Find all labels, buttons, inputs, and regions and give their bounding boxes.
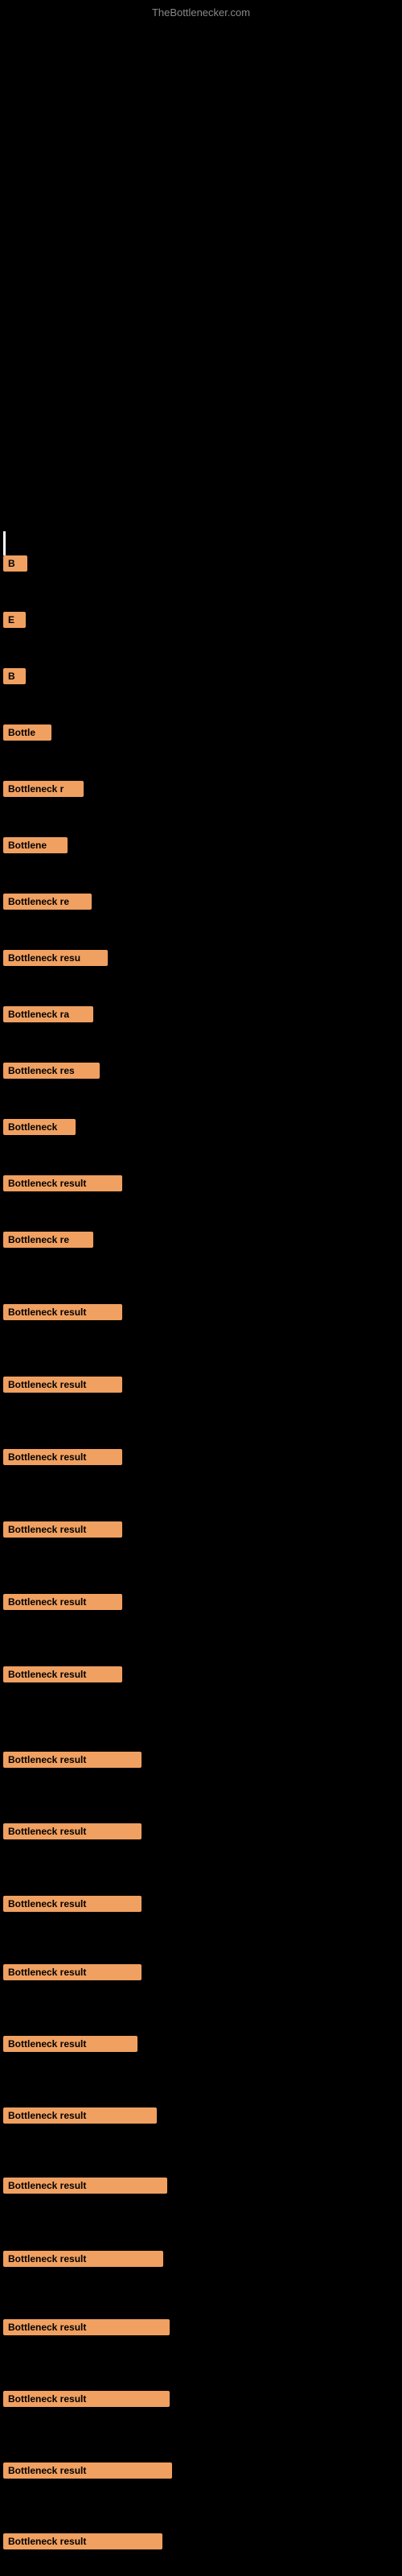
site-title: TheBottlenecker.com — [152, 6, 250, 19]
bottleneck-result-label: Bottleneck result — [3, 2036, 137, 2052]
bottleneck-result-label: Bottleneck result — [3, 2107, 157, 2124]
bottleneck-result-label: Bottleneck result — [3, 2251, 163, 2267]
bottleneck-result-label: Bottleneck result — [3, 2391, 170, 2407]
bottleneck-result-label: Bottleneck result — [3, 1896, 142, 1912]
bottleneck-result-label: Bottleneck result — [3, 1666, 122, 1682]
bottleneck-result-label: Bottleneck result — [3, 1823, 142, 1839]
bottleneck-result-label: Bottleneck result — [3, 1377, 122, 1393]
bottleneck-result-label: Bottleneck result — [3, 2319, 170, 2335]
bottleneck-result-label: E — [3, 612, 26, 628]
bottleneck-result-label: Bottleneck result — [3, 2178, 167, 2194]
bottleneck-result-label: Bottleneck result — [3, 1964, 142, 1980]
bottleneck-result-label: B — [3, 555, 27, 572]
bottleneck-result-label: Bottlene — [3, 837, 68, 853]
bottleneck-result-label: Bottleneck re — [3, 1232, 93, 1248]
bottleneck-result-label: Bottle — [3, 724, 51, 741]
bottleneck-result-label: Bottleneck — [3, 1119, 76, 1135]
bottleneck-result-label: Bottleneck result — [3, 1521, 122, 1538]
bottleneck-result-label: B — [3, 668, 26, 684]
bottleneck-result-label: Bottleneck res — [3, 1063, 100, 1079]
bottleneck-result-label: Bottleneck result — [3, 1449, 122, 1465]
bottleneck-result-label: Bottleneck r — [3, 781, 84, 797]
bottleneck-result-label: Bottleneck result — [3, 2533, 162, 2549]
bottleneck-result-label: Bottleneck result — [3, 1304, 122, 1320]
bottleneck-result-label: Bottleneck result — [3, 1752, 142, 1768]
bottleneck-result-label: Bottleneck resu — [3, 950, 108, 966]
cursor — [3, 531, 6, 555]
bottleneck-result-label: Bottleneck re — [3, 894, 92, 910]
bottleneck-result-label: Bottleneck result — [3, 2462, 172, 2479]
bottleneck-result-label: Bottleneck ra — [3, 1006, 93, 1022]
bottleneck-result-label: Bottleneck result — [3, 1175, 122, 1191]
bottleneck-result-label: Bottleneck result — [3, 1594, 122, 1610]
